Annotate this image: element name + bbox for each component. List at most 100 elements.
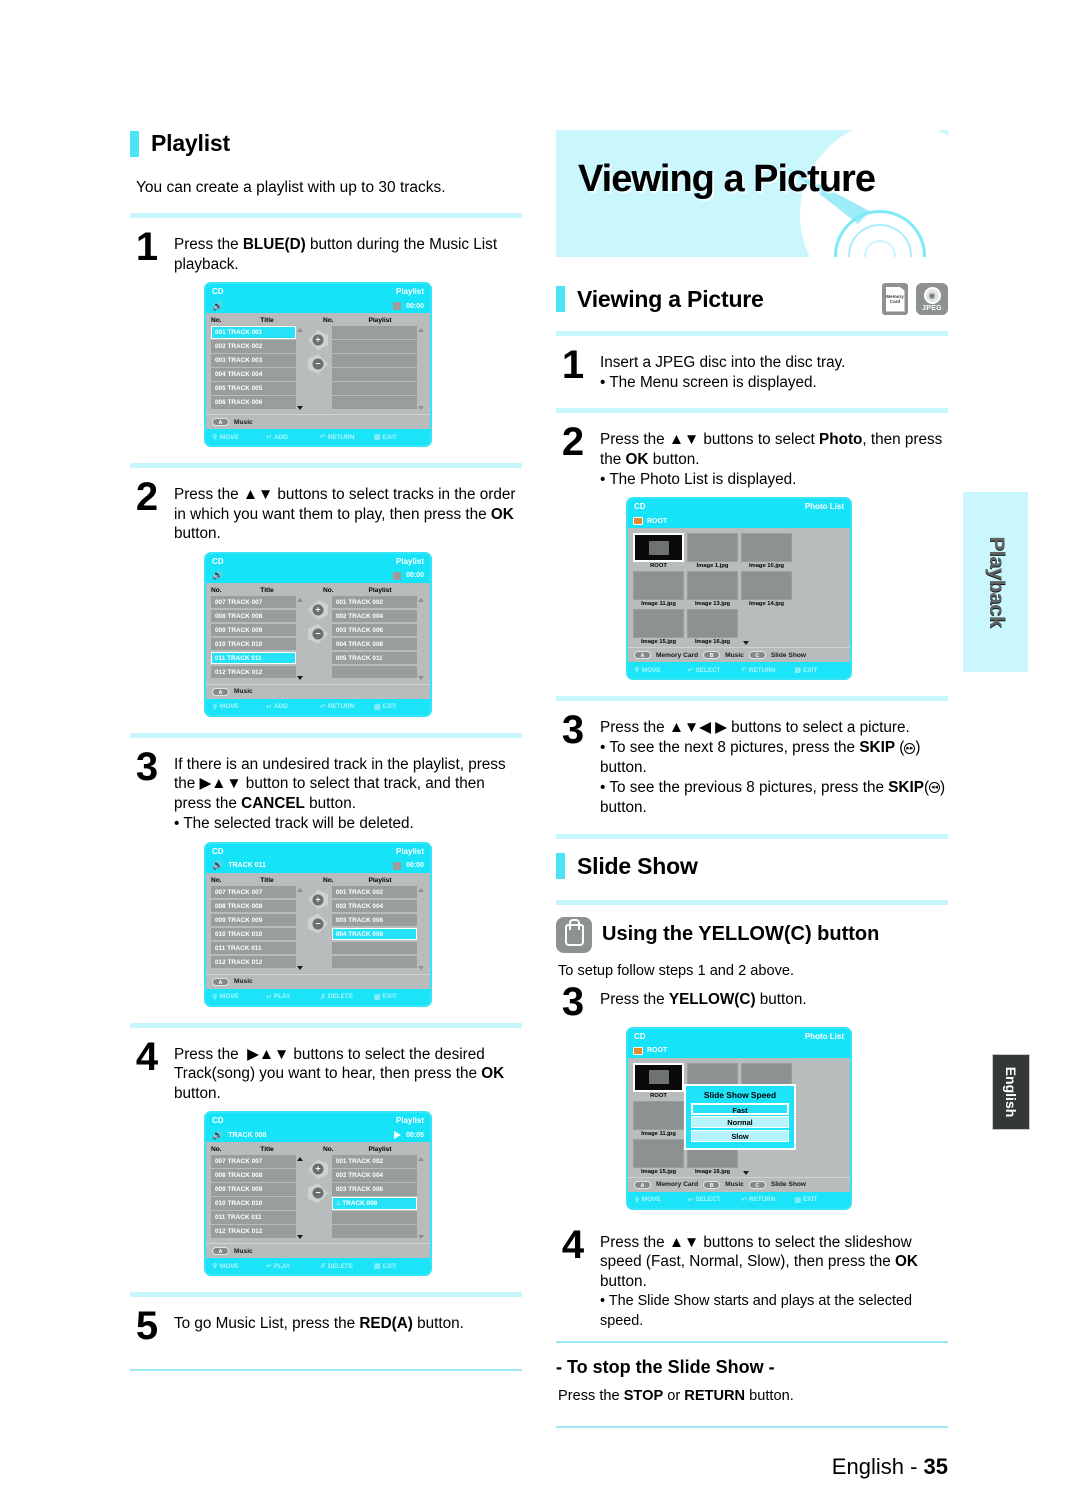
playlist-row[interactable]: - (331, 340, 417, 353)
scroll-down-icon[interactable] (297, 675, 303, 680)
playlist-row[interactable]: - (331, 368, 417, 381)
playlist-row[interactable]: 002 TRACK 004 (331, 899, 417, 912)
playlist-row[interactable]: - (331, 396, 417, 409)
list-item[interactable]: Image 11.jpg (633, 1100, 684, 1137)
playlist-row[interactable]: - (331, 1211, 417, 1224)
playlist-row[interactable]: 003 TRACK 006 (331, 913, 417, 926)
track-row[interactable]: 010 TRACK 010 (211, 637, 296, 651)
add-button[interactable]: + (307, 889, 328, 910)
softkey-pill[interactable]: B (703, 1180, 721, 1189)
scroll-up-icon[interactable] (417, 597, 424, 602)
speed-option-normal[interactable]: Normal (691, 1116, 789, 1129)
playlist-row[interactable]: 004 TRACK 008 (331, 637, 417, 651)
softkey-pill[interactable]: B (703, 651, 721, 660)
scroll-up-icon[interactable] (297, 887, 303, 892)
playlist-row[interactable]: - (331, 382, 417, 395)
playlist-scrollbar[interactable] (417, 596, 425, 682)
track-row[interactable]: 010 TRACK 010 (211, 1197, 296, 1210)
list-item[interactable]: Image 15.jpg (633, 609, 684, 645)
playlist-row-playing[interactable]: ♫ TRACK 008 (331, 1197, 417, 1210)
scroll-down-icon[interactable] (297, 965, 303, 970)
add-button[interactable]: + (307, 1159, 328, 1180)
softkey-pill[interactable]: A (634, 651, 651, 660)
track-list[interactable]: 007 TRACK 007 008 TRACK 008 009 TRACK 00… (211, 595, 296, 680)
playlist-row[interactable]: 002 TRACK 004 (331, 609, 417, 623)
list-item[interactable]: Image 1.jpg (687, 533, 738, 569)
scroll-down-icon[interactable] (417, 675, 424, 680)
track-list[interactable]: 007 TRACK 007 008 TRACK 008 009 TRACK 00… (211, 885, 296, 970)
track-row[interactable]: 003 TRACK 003 (211, 354, 296, 367)
track-row[interactable]: 008 TRACK 008 (211, 609, 296, 623)
scroll-up-icon[interactable] (297, 1157, 303, 1162)
scroll-up-icon[interactable] (417, 1157, 424, 1162)
add-button[interactable]: + (307, 330, 328, 351)
playlist-row[interactable]: - (331, 955, 417, 968)
track-list[interactable]: 001 TRACK 001 002 TRACK 002 003 TRACK 00… (211, 326, 296, 410)
track-row[interactable]: 002 TRACK 002 (211, 340, 296, 353)
scroll-down-icon[interactable] (297, 1235, 303, 1240)
softkey-pill[interactable]: C (748, 651, 766, 660)
track-row[interactable]: 011 TRACK 011 (211, 651, 296, 665)
track-row[interactable]: 007 TRACK 007 (211, 1155, 296, 1168)
scroll-up-icon[interactable] (297, 597, 303, 602)
track-row[interactable]: 011 TRACK 011 (211, 1211, 296, 1224)
playlist-row[interactable]: 001 TRACK 002 (331, 1155, 417, 1168)
playlist-row[interactable]: 004 TRACK 008 (331, 927, 417, 940)
track-row[interactable]: 008 TRACK 008 (211, 899, 296, 912)
track-row[interactable]: 005 TRACK 005 (211, 382, 296, 395)
playlist-row[interactable]: - (331, 354, 417, 367)
playlist-row[interactable]: 001 TRACK 002 (331, 885, 417, 898)
track-list-scrollbar[interactable] (296, 886, 304, 972)
scroll-up-icon[interactable] (297, 328, 303, 333)
scroll-down-icon[interactable] (417, 1235, 424, 1240)
track-row[interactable]: 009 TRACK 009 (211, 623, 296, 637)
track-row[interactable]: 007 TRACK 007 (211, 595, 296, 609)
playlist-row[interactable]: 003 TRACK 006 (331, 623, 417, 637)
playlist-row[interactable]: 001 TRACK 002 (331, 595, 417, 609)
scroll-up-icon[interactable] (417, 887, 424, 892)
softkey-pill[interactable]: A (212, 687, 229, 696)
track-row[interactable]: 001 TRACK 001 (211, 326, 296, 339)
scroll-down-icon[interactable] (743, 641, 749, 646)
playlist-scrollbar[interactable] (417, 1155, 425, 1241)
softkey-pill[interactable]: A (212, 977, 229, 986)
softkey-pill[interactable]: A (212, 1247, 229, 1256)
playlist-scrollbar[interactable] (417, 326, 425, 412)
scroll-down-icon[interactable] (297, 406, 303, 411)
playlist-row[interactable]: - (331, 665, 417, 679)
add-button[interactable]: + (307, 599, 328, 620)
softkey-pill[interactable]: A (634, 1180, 651, 1189)
softkey-pill[interactable]: A (212, 418, 229, 427)
list-item[interactable]: Image 15.jpg (633, 1138, 684, 1175)
speed-option-fast[interactable]: Fast (691, 1102, 789, 1115)
list-item[interactable]: Image 11.jpg (633, 571, 684, 607)
playlist-row[interactable]: 005 TRACK 011 (331, 651, 417, 665)
track-row[interactable]: 006 TRACK 006 (211, 396, 296, 409)
track-row[interactable]: 012 TRACK 012 (211, 1225, 296, 1238)
playlist-row[interactable]: - (331, 326, 417, 339)
speed-option-slow[interactable]: Slow (691, 1129, 789, 1142)
playlist-row[interactable]: 003 TRACK 006 (331, 1183, 417, 1196)
scroll-up-icon[interactable] (417, 328, 424, 333)
track-row[interactable]: 012 TRACK 012 (211, 665, 296, 679)
remove-button[interactable]: − (307, 1183, 328, 1204)
playlist-list[interactable]: 001 TRACK 002 002 TRACK 004 003 TRACK 00… (331, 885, 417, 970)
track-list-scrollbar[interactable] (296, 326, 304, 412)
softkey-pill[interactable]: C (748, 1180, 766, 1189)
track-row[interactable]: 009 TRACK 009 (211, 1183, 296, 1196)
playlist-list[interactable]: 001 TRACK 002 002 TRACK 004 003 TRACK 00… (331, 1155, 417, 1239)
playlist-list[interactable]: 001 TRACK 002 002 TRACK 004 003 TRACK 00… (331, 595, 417, 680)
list-item[interactable]: Image 16.jpg (687, 609, 738, 645)
list-item[interactable]: Image 13.jpg (687, 571, 738, 607)
remove-button[interactable]: − (307, 354, 328, 375)
list-item[interactable]: Image 10.jpg (741, 533, 792, 569)
remove-button[interactable]: − (307, 913, 328, 934)
track-row[interactable]: 012 TRACK 012 (211, 955, 296, 968)
list-item[interactable]: ROOT (633, 1062, 684, 1099)
track-row[interactable]: 008 TRACK 008 (211, 1169, 296, 1182)
playlist-row[interactable]: 002 TRACK 004 (331, 1169, 417, 1182)
track-row[interactable]: 004 TRACK 004 (211, 368, 296, 381)
track-row[interactable]: 007 TRACK 007 (211, 885, 296, 898)
track-row[interactable]: 011 TRACK 011 (211, 941, 296, 954)
playlist-row[interactable]: - (331, 1225, 417, 1238)
